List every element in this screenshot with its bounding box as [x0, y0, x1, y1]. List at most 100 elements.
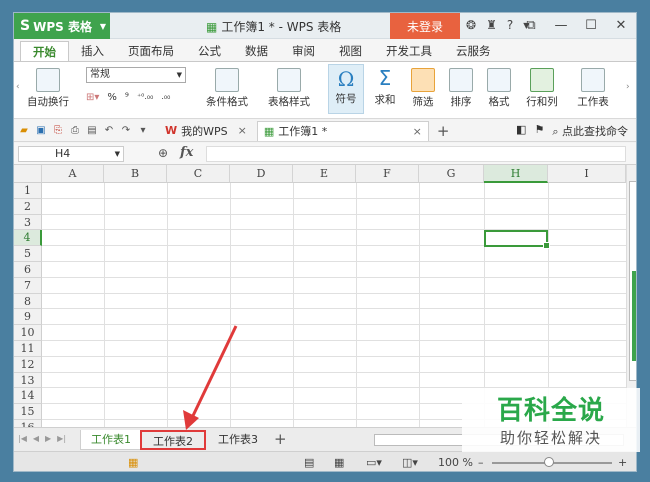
row-header[interactable]: 3 [14, 214, 42, 231]
zoom-slider-knob[interactable] [544, 457, 554, 467]
sum-button[interactable]: Σ 求和 [368, 64, 402, 107]
help-icon[interactable]: ? [507, 18, 513, 32]
add-sheet-button[interactable]: + [274, 430, 287, 448]
tab-my-wps[interactable]: W 我的WPS × [159, 121, 253, 141]
decrease-decimal-icon[interactable]: .₀₀ [161, 92, 170, 103]
tab-insert[interactable]: 插入 [69, 41, 116, 61]
currency-icon[interactable]: ⊞▾ [86, 92, 99, 103]
column-header[interactable]: A [42, 165, 104, 183]
reading-mode-icon[interactable]: ◫▾ [402, 456, 418, 469]
increase-decimal-icon[interactable]: ⁺⁰.₀₀ [137, 92, 153, 103]
normal-view-icon[interactable]: ▤ [304, 456, 314, 469]
zoom-out-icon[interactable]: – [478, 456, 484, 469]
shirt-icon[interactable]: ♜ [486, 18, 497, 32]
select-all-corner[interactable] [14, 165, 42, 183]
sheet-tab-2[interactable]: 工作表2 [140, 430, 206, 450]
minimize-icon[interactable]: — [546, 13, 576, 39]
open-folder-icon[interactable]: ▰ [18, 125, 30, 137]
tab-cloud-service[interactable]: 云服务 [444, 41, 503, 61]
maximize-icon[interactable]: ☐ [576, 13, 606, 39]
insert-function-button[interactable]: fx [180, 145, 193, 160]
tab-review[interactable]: 审阅 [280, 41, 327, 61]
undo-icon[interactable]: ↶ [103, 125, 115, 137]
row-header[interactable]: 9 [14, 309, 42, 326]
tab-home[interactable]: 开始 [20, 41, 69, 61]
tab-view[interactable]: 视图 [327, 41, 374, 61]
skin-icon[interactable]: ❂ [466, 18, 476, 32]
row-header[interactable]: 10 [14, 325, 42, 341]
row-header[interactable]: 1 [14, 183, 42, 199]
column-header[interactable]: I [548, 165, 626, 183]
print-icon[interactable]: ⎙ [69, 125, 81, 137]
close-icon[interactable]: × [413, 125, 422, 138]
last-sheet-icon[interactable]: ▶| [57, 434, 66, 443]
row-header[interactable]: 6 [14, 262, 42, 278]
column-header[interactable]: D [230, 165, 293, 183]
column-header[interactable]: F [356, 165, 419, 183]
wrap-text-button[interactable]: 自动换行 [26, 68, 70, 109]
page-break-view-icon[interactable]: ▦ [334, 456, 344, 469]
cloud-doc-icon[interactable]: ◧ [516, 123, 526, 139]
row-header[interactable]: 7 [14, 277, 42, 294]
command-search[interactable]: ⌕ 点此查找命令 [552, 123, 628, 139]
close-icon[interactable]: ✕ [606, 13, 636, 39]
symbol-button[interactable]: Ω 符号 [328, 64, 364, 114]
row-header[interactable]: 2 [14, 198, 42, 215]
login-button[interactable]: 未登录 [390, 13, 460, 39]
wps-menu-button[interactable]: S WPS 表格 ▼ [14, 13, 110, 39]
new-tab-icon[interactable]: + [437, 122, 450, 140]
table-style-button[interactable]: 表格样式 [260, 68, 318, 109]
column-header[interactable]: H [484, 165, 548, 183]
next-sheet-icon[interactable]: ▶ [45, 434, 51, 443]
row-header[interactable]: 13 [14, 372, 42, 389]
percent-button[interactable]: % [107, 92, 117, 103]
number-format-select[interactable]: 常规 ▼ [86, 67, 186, 83]
flag-icon[interactable]: ⚑ [534, 123, 544, 139]
macro-record-icon[interactable]: ▦ [128, 456, 138, 469]
sort-button[interactable]: 排序 [444, 68, 478, 109]
row-header[interactable]: 4 [14, 230, 42, 247]
zoom-in-icon[interactable]: + [618, 456, 627, 469]
row-header[interactable]: 11 [14, 341, 42, 357]
row-header[interactable]: 14 [14, 388, 42, 405]
restore-window-icon[interactable]: ⧉ [516, 13, 546, 39]
worksheet-button[interactable]: 工作表 [570, 68, 616, 109]
export-pdf-icon[interactable]: ⎘ [52, 125, 64, 137]
ribbon-scroll-right-icon[interactable]: › [626, 82, 630, 92]
column-header[interactable]: G [419, 165, 484, 183]
print-preview-icon[interactable]: ▤ [86, 125, 98, 137]
active-cell[interactable] [484, 230, 550, 250]
first-sheet-icon[interactable]: |◀ [18, 434, 27, 443]
tab-document[interactable]: ▦ 工作簿1 * × [256, 120, 429, 141]
side-panel-toggle[interactable] [632, 271, 636, 361]
tab-data[interactable]: 数据 [233, 41, 280, 61]
column-header[interactable]: B [104, 165, 167, 183]
customize-icon[interactable]: ▾ [137, 125, 149, 137]
prev-sheet-icon[interactable]: ◀ [33, 434, 39, 443]
sheet-tab-1[interactable]: 工作表1 [80, 430, 142, 450]
ribbon-scroll-left-icon[interactable]: ‹ [16, 82, 20, 92]
format-button[interactable]: 格式 [482, 68, 516, 109]
sheet-tab-3[interactable]: 工作表3 [210, 430, 266, 450]
comma-style-icon[interactable]: ⁹ [125, 92, 129, 103]
row-header[interactable]: 12 [14, 356, 42, 373]
row-header[interactable]: 5 [14, 246, 42, 262]
filter-button[interactable]: 筛选 [406, 68, 440, 109]
row-header[interactable]: 8 [14, 293, 42, 310]
conditional-format-button[interactable]: 条件格式 [200, 68, 254, 109]
row-header[interactable]: 15 [14, 404, 42, 420]
page-layout-view-icon[interactable]: ▭▾ [366, 456, 382, 469]
tab-page-layout[interactable]: 页面布局 [116, 41, 186, 61]
save-icon[interactable]: ▣ [35, 125, 47, 137]
redo-icon[interactable]: ↷ [120, 125, 132, 137]
formula-input[interactable] [206, 146, 626, 162]
close-icon[interactable]: × [238, 124, 247, 137]
column-header[interactable]: C [167, 165, 230, 183]
row-header[interactable]: 16 [14, 420, 42, 427]
tab-developer[interactable]: 开发工具 [374, 41, 444, 61]
column-header[interactable]: E [293, 165, 356, 183]
row-col-button[interactable]: 行和列 [520, 68, 564, 109]
zoom-search-icon[interactable]: ⊕ [158, 146, 168, 160]
name-box[interactable]: H4 ▼ [18, 146, 124, 162]
tab-formulas[interactable]: 公式 [186, 41, 233, 61]
